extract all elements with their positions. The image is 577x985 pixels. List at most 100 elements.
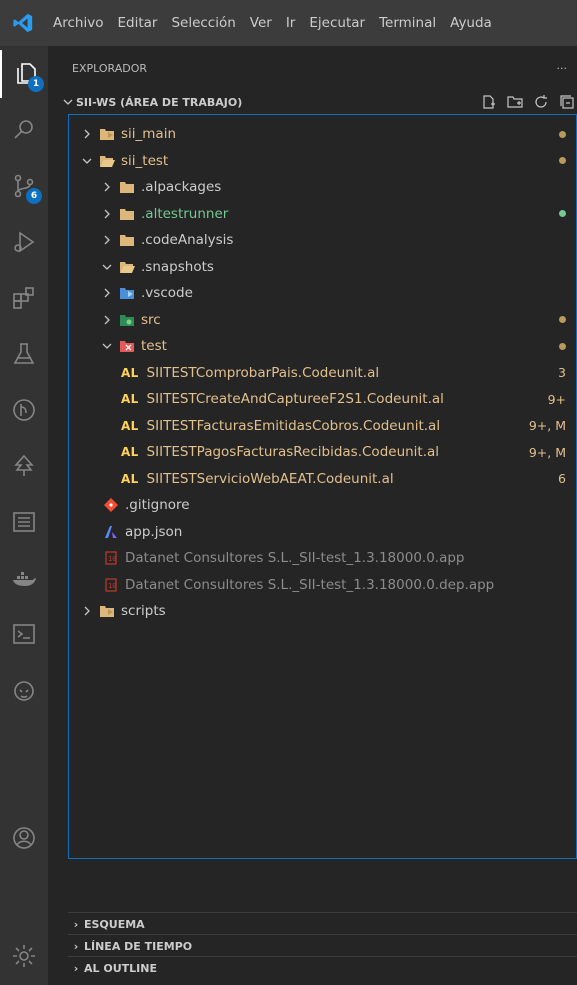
settings-gear-icon[interactable] bbox=[0, 932, 48, 980]
status-dot-icon bbox=[559, 316, 566, 323]
menu-ver[interactable]: Ver bbox=[243, 15, 279, 31]
tree-row[interactable]: 10 Datanet Consultores S.L._SII-test_1.3.… bbox=[69, 572, 576, 598]
binary-file-icon: 10 bbox=[103, 577, 119, 592]
extensions-icon[interactable] bbox=[0, 274, 48, 322]
tree-item-label: .alpackages bbox=[141, 179, 222, 195]
chevron-right-icon[interactable] bbox=[99, 209, 115, 219]
folder-icon bbox=[119, 233, 135, 247]
refresh-icon[interactable] bbox=[531, 92, 551, 112]
chevron-right-icon: › bbox=[73, 939, 79, 953]
tree-row[interactable]: .vscode bbox=[69, 280, 576, 306]
chevron-down-icon[interactable] bbox=[99, 341, 115, 351]
problem-count-badge: 3 bbox=[558, 365, 566, 380]
section-al-outline[interactable]: › AL OUTLINE bbox=[68, 956, 577, 979]
explorer-icon[interactable]: 1 bbox=[0, 50, 50, 98]
tree-row[interactable]: AL SIITESTFacturasEmitidasCobros.Codeunit… bbox=[69, 413, 576, 439]
tree-item-label: src bbox=[141, 311, 161, 328]
tree-row[interactable]: sii_test bbox=[69, 148, 576, 174]
source-control-badge: 6 bbox=[26, 188, 42, 204]
tree-item-label: sii_test bbox=[121, 152, 169, 169]
explorer-sidebar: EXPLORADOR ··· SII-WS (ÁREA DE TRABAJO) … bbox=[48, 46, 577, 985]
menu-terminal[interactable]: Terminal bbox=[372, 15, 443, 31]
menu-ir[interactable]: Ir bbox=[279, 15, 303, 31]
tree-row[interactable]: AL SIITESTServicioWebAEAT.Codeunit.al 6 bbox=[69, 466, 576, 492]
chevron-right-icon[interactable] bbox=[99, 315, 115, 325]
menu-editar[interactable]: Editar bbox=[110, 15, 164, 31]
tree-row[interactable]: AL SIITESTCreateAndCaptureeF2S1.Codeunit.… bbox=[69, 386, 576, 412]
tree-item-label: .codeAnalysis bbox=[141, 232, 234, 248]
menu-ejecutar[interactable]: Ejecutar bbox=[302, 15, 372, 31]
menu-seleccion[interactable]: Selección bbox=[164, 15, 242, 31]
tree-row[interactable]: app.json bbox=[69, 519, 576, 545]
folder-icon bbox=[119, 207, 135, 221]
tree-row[interactable]: scripts bbox=[69, 598, 576, 624]
chevron-right-icon[interactable] bbox=[79, 606, 95, 616]
folder-icon bbox=[119, 180, 135, 194]
al-file-icon: AL bbox=[121, 471, 139, 486]
tree-item-label: .altestrunner bbox=[141, 205, 229, 222]
workspace-actions bbox=[479, 90, 577, 114]
more-actions-icon[interactable]: ··· bbox=[557, 62, 568, 75]
tree-row[interactable]: .alpackages bbox=[69, 174, 576, 200]
chevron-right-icon[interactable] bbox=[99, 235, 115, 245]
chevron-right-icon: › bbox=[73, 917, 79, 931]
problem-count-badge: 9+, M bbox=[528, 418, 566, 433]
copilot-icon[interactable] bbox=[0, 666, 48, 714]
new-file-icon[interactable] bbox=[479, 92, 499, 112]
tree-view-icon[interactable] bbox=[0, 442, 48, 490]
status-dot-icon bbox=[559, 130, 566, 138]
output-list-icon[interactable] bbox=[0, 498, 48, 546]
menu-archivo[interactable]: Archivo bbox=[46, 15, 110, 31]
tree-item-label: app.json bbox=[125, 523, 183, 540]
tree-row[interactable]: .altestrunner bbox=[69, 201, 576, 227]
tree-row[interactable]: .gitignore bbox=[69, 492, 576, 518]
tree-row[interactable]: AL SIITESTComprobarPais.Codeunit.al 3 bbox=[69, 360, 576, 386]
git-graph-icon[interactable] bbox=[0, 386, 48, 434]
tree-item-label: SIITESTServicioWebAEAT.Codeunit.al bbox=[146, 470, 394, 487]
tree-item-label: SIITESTComprobarPais.Codeunit.al bbox=[146, 364, 380, 381]
tree-row[interactable]: src bbox=[69, 307, 576, 333]
problem-count-badge: 9+, M bbox=[528, 444, 566, 460]
problem-count-badge: 6 bbox=[558, 471, 566, 486]
al-app-json-icon bbox=[103, 525, 119, 539]
chevron-right-icon[interactable] bbox=[79, 129, 95, 139]
testing-icon[interactable] bbox=[0, 330, 48, 378]
activity-bar: 1 6 bbox=[0, 46, 48, 985]
git-status-dot bbox=[559, 148, 566, 174]
new-folder-icon[interactable] bbox=[505, 92, 525, 112]
terminal-icon[interactable] bbox=[0, 610, 48, 658]
tree-item-label: Datanet Consultores S.L._SII-test_1.3.18… bbox=[125, 576, 495, 593]
workspace-header[interactable]: SII-WS (ÁREA DE TRABAJO) bbox=[48, 90, 577, 114]
chevron-down-icon[interactable] bbox=[99, 262, 115, 272]
git-icon bbox=[103, 498, 119, 512]
folder-vscode-icon bbox=[99, 604, 115, 618]
svg-text:10: 10 bbox=[108, 582, 116, 590]
docker-icon[interactable] bbox=[0, 554, 48, 602]
source-control-icon[interactable]: 6 bbox=[0, 162, 48, 210]
menu-ayuda[interactable]: Ayuda bbox=[443, 15, 499, 31]
tree-row[interactable]: AL SIITESTPagosFacturasRecibidas.Codeunit… bbox=[69, 439, 576, 465]
collapse-all-icon[interactable] bbox=[557, 92, 577, 112]
accounts-icon[interactable] bbox=[0, 814, 48, 862]
tree-item-label: .gitignore bbox=[125, 497, 190, 513]
search-icon[interactable] bbox=[0, 106, 48, 154]
chevron-right-icon[interactable] bbox=[99, 288, 115, 298]
tree-row[interactable]: sii_main bbox=[69, 121, 576, 147]
section-esquema-label: ESQUEMA bbox=[84, 917, 145, 931]
tree-row[interactable]: 10 Datanet Consultores S.L._SII-test_1.3.… bbox=[69, 545, 576, 571]
tree-item-label: SIITESTCreateAndCaptureeF2S1.Codeunit.al bbox=[146, 391, 444, 407]
tree-row[interactable]: .snapshots bbox=[69, 254, 576, 280]
section-esquema[interactable]: › ESQUEMA bbox=[68, 912, 577, 935]
folder-vscode-open-icon bbox=[99, 154, 115, 168]
chevron-down-icon[interactable] bbox=[79, 156, 95, 166]
tree-row[interactable]: test bbox=[69, 333, 576, 359]
al-file-icon: AL bbox=[121, 365, 139, 380]
status-dot-icon bbox=[559, 342, 566, 350]
svg-text:10: 10 bbox=[108, 555, 116, 563]
section-linea-de-tiempo[interactable]: › LÍNEA DE TIEMPO bbox=[68, 934, 577, 957]
chevron-right-icon[interactable] bbox=[99, 182, 115, 192]
problem-count-badge: 9+ bbox=[547, 391, 566, 407]
tree-row[interactable]: .codeAnalysis bbox=[69, 227, 576, 253]
menu-bar: Archivo Editar Selección Ver Ir Ejecutar… bbox=[46, 15, 499, 31]
run-debug-icon[interactable] bbox=[0, 218, 48, 266]
